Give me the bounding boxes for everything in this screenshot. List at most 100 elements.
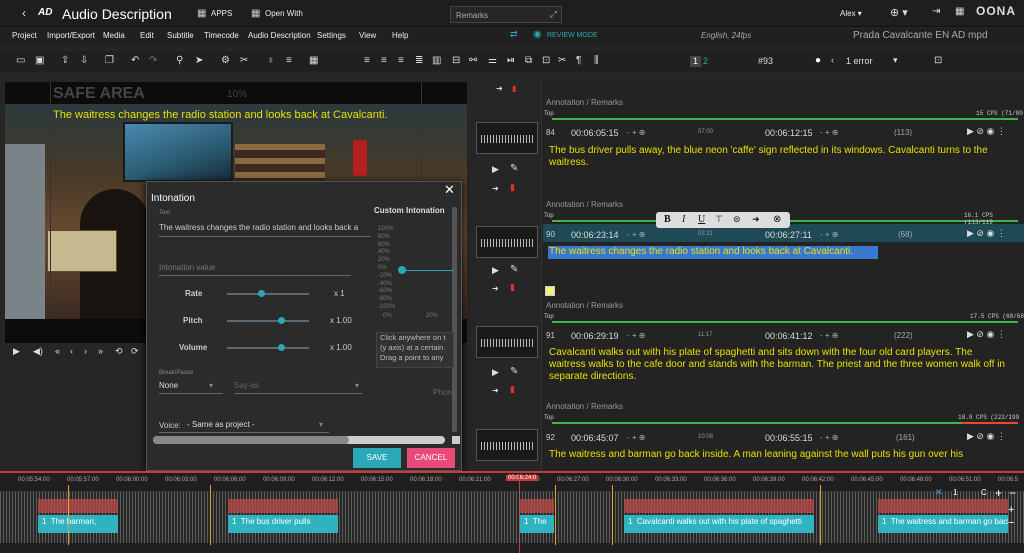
- resize-handle[interactable]: [452, 436, 460, 444]
- annotation-label[interactable]: Annotation: [546, 402, 584, 411]
- subtitle-text[interactable]: Cavalcanti walks out with his plate of s…: [549, 347, 1009, 383]
- send-icon[interactable]: ➤: [195, 55, 203, 66]
- redo-icon[interactable]: ↷: [149, 55, 157, 66]
- audio-waveform[interactable]: [0, 491, 1024, 543]
- voice-chevron-down-icon[interactable]: ▾: [319, 420, 323, 429]
- remarks-label[interactable]: Remarks: [591, 98, 623, 107]
- waveform-thumb[interactable]: [476, 429, 538, 461]
- remarks-label[interactable]: Remarks: [591, 402, 623, 411]
- split-icon[interactable]: ⊟: [452, 55, 460, 66]
- timecode-out[interactable]: 00:06:12:15: [765, 128, 813, 138]
- position-icon[interactable]: ⊤: [715, 214, 723, 225]
- tc-adjust[interactable]: - + ⊕: [820, 433, 838, 442]
- fwd-frame-icon[interactable]: ›: [84, 346, 87, 356]
- search-icon[interactable]: ⚲: [176, 55, 183, 66]
- page-2-button[interactable]: 2: [703, 56, 708, 66]
- move-icon[interactable]: ➜: [492, 284, 499, 293]
- align-center-icon[interactable]: ≡: [381, 55, 387, 66]
- scissors-icon[interactable]: ✂: [240, 55, 248, 66]
- timecode-out[interactable]: 00:06:41:12: [765, 331, 813, 341]
- intonation-curve[interactable]: [401, 270, 453, 271]
- download-icon[interactable]: ⇩: [80, 55, 88, 66]
- menu-subtitle[interactable]: Subtitle: [167, 31, 194, 40]
- save-button[interactable]: SAVE: [353, 448, 401, 468]
- annotation-label[interactable]: Annotation: [546, 200, 584, 209]
- rate-slider[interactable]: [227, 290, 309, 297]
- panel-toggle-icon[interactable]: ⊡: [934, 55, 942, 66]
- row-actions[interactable]: ▶ ⊘ ◉ ⋮: [967, 228, 1006, 239]
- subtitle-text[interactable]: The bus driver pulls away, the blue neon…: [549, 145, 1009, 169]
- timecode-out[interactable]: 00:06:55:15: [765, 433, 813, 443]
- sayas-select[interactable]: Say-as: [234, 381, 259, 390]
- repeat-icon[interactable]: ⟳: [131, 346, 139, 357]
- timeline[interactable]: 00:05:54:00 00:05:57:00 00:06:00:00 00:06:0…: [0, 471, 1024, 553]
- menu-edit[interactable]: Edit: [140, 31, 154, 40]
- apps-grid-icon[interactable]: ▦: [197, 8, 206, 19]
- move-icon[interactable]: ➜: [492, 386, 499, 395]
- menu-help[interactable]: Help: [392, 31, 408, 40]
- logout-icon[interactable]: ⇥: [932, 6, 940, 17]
- delete-icon[interactable]: ▮: [510, 384, 515, 395]
- gear-icon[interactable]: ⚙: [221, 55, 230, 66]
- intonation-value-input[interactable]: Intonation value: [159, 263, 216, 272]
- center-button[interactable]: C: [981, 488, 987, 497]
- move-icon[interactable]: ➜: [492, 184, 499, 193]
- annotation-tab[interactable]: Annotation / Remarks: [546, 301, 623, 310]
- break-select[interactable]: None: [159, 381, 178, 390]
- menu-view[interactable]: View: [359, 31, 376, 40]
- undo-icon[interactable]: ↶: [131, 55, 139, 66]
- bulb-icon[interactable]: ♀: [267, 55, 275, 66]
- timeline-segment[interactable]: 1 The waitress and barman go back: [878, 515, 1008, 533]
- menu-import-export[interactable]: Import/Export: [47, 31, 95, 40]
- tc-adjust[interactable]: - + ⊕: [627, 433, 645, 442]
- menu-project[interactable]: Project: [12, 31, 37, 40]
- row-actions[interactable]: ▶ ⊘ ◉ ⋮: [967, 431, 1006, 442]
- remarks-label[interactable]: Remarks: [591, 301, 623, 310]
- save-icon[interactable]: ▣: [35, 55, 44, 66]
- page-1-button[interactable]: 1: [690, 56, 701, 67]
- annotation-tab[interactable]: Annotation / Remarks: [546, 200, 623, 209]
- menu-timecode[interactable]: Timecode: [204, 31, 239, 40]
- zoom-out-icon[interactable]: −: [1009, 486, 1016, 500]
- zoom-in-icon[interactable]: +: [995, 486, 1002, 500]
- close-format-icon[interactable]: ⊗: [773, 214, 781, 225]
- break-chevron-down-icon[interactable]: ▾: [209, 381, 213, 390]
- annotation-label[interactable]: Annotation: [546, 301, 584, 310]
- align-left-icon[interactable]: ≡: [364, 55, 370, 66]
- apps-button[interactable]: APPS: [211, 9, 232, 18]
- lock-icon[interactable]: ⊡: [542, 55, 550, 66]
- waveform-thumb[interactable]: [476, 326, 538, 358]
- timecode-in[interactable]: 00:06:23:14: [571, 230, 619, 240]
- prev-frame-icon[interactable]: «: [55, 346, 60, 356]
- remarks-label[interactable]: Remarks: [591, 200, 623, 209]
- intonation-point[interactable]: [398, 266, 406, 274]
- strike-icon[interactable]: ⚌: [488, 55, 497, 66]
- back-frame-icon[interactable]: ‹: [70, 346, 73, 356]
- timeline-segment[interactable]: 1 The bus driver pulls: [228, 515, 338, 533]
- zoom-out-icon[interactable]: −: [1008, 517, 1014, 529]
- annotation-label[interactable]: Annotation: [546, 98, 584, 107]
- row-actions[interactable]: ▶ ⊘ ◉ ⋮: [967, 126, 1006, 137]
- volume-icon[interactable]: ◀): [33, 346, 43, 357]
- subtitle-text[interactable]: The waitress changes the radio station a…: [549, 246, 1009, 258]
- copy-icon[interactable]: ❐: [105, 55, 114, 66]
- prev-error-icon[interactable]: ‹: [831, 55, 834, 65]
- review-mode-button[interactable]: REVIEW MODE: [547, 32, 598, 39]
- delete-icon[interactable]: ▮: [510, 182, 515, 193]
- menu-audio-description[interactable]: Audio Description: [248, 31, 311, 40]
- grid-menu-icon[interactable]: ▦: [955, 6, 964, 17]
- bold-button[interactable]: B: [664, 214, 671, 225]
- dialog-h-scrollbar[interactable]: [153, 436, 445, 444]
- annotation-tab[interactable]: Annotation / Remarks: [546, 402, 623, 411]
- text-value[interactable]: The waitress changes the radio station a…: [159, 223, 371, 232]
- list-icon[interactable]: ≡: [286, 55, 292, 66]
- edit-icon[interactable]: ✎: [510, 264, 518, 275]
- delete-icon[interactable]: ▮: [510, 282, 515, 293]
- pilcrow-icon[interactable]: ¶: [576, 55, 581, 66]
- timeline-segment[interactable]: 1 Cavalcanti walks out with his plate of…: [624, 515, 814, 533]
- column-icon[interactable]: ⫼: [594, 55, 599, 66]
- pitch-knob[interactable]: [278, 317, 286, 324]
- underline-button[interactable]: U: [698, 214, 705, 225]
- align-justify-icon[interactable]: ≣: [415, 55, 423, 66]
- volume-knob[interactable]: [278, 344, 286, 351]
